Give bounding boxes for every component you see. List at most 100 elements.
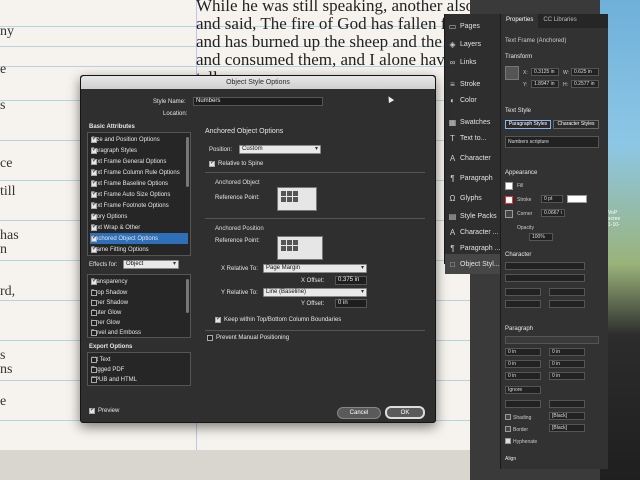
preview-checkbox[interactable]: Preview — [89, 406, 119, 414]
drop-cap-chars-field[interactable] — [549, 400, 585, 408]
list-item[interactable]: Text Wrap & Other — [90, 222, 188, 233]
checkbox[interactable] — [91, 366, 97, 373]
checkbox[interactable] — [91, 319, 97, 326]
align-to-grid-select[interactable]: Ignore — [505, 386, 541, 394]
y-offset-input[interactable]: 0 in — [335, 299, 367, 308]
h-field[interactable]: 0.2577 in — [571, 80, 599, 88]
checkbox[interactable] — [91, 212, 97, 220]
shading-checkbox[interactable] — [505, 414, 511, 420]
reference-point-icon[interactable] — [505, 66, 519, 80]
corner-icon[interactable] — [505, 210, 513, 218]
checkbox[interactable] — [91, 168, 97, 176]
drop-cap-lines-field[interactable] — [505, 400, 541, 408]
list-item[interactable]: Text Frame Auto Size Options — [90, 189, 188, 200]
position-select[interactable]: Custom ▾ — [239, 145, 321, 154]
font-size-field[interactable] — [505, 288, 541, 296]
list-item[interactable]: Bevel and Emboss — [90, 327, 188, 338]
border-color-select[interactable]: [Black] — [549, 424, 585, 432]
list-item[interactable]: Size and Position Options — [90, 134, 188, 145]
checkbox[interactable] — [91, 245, 97, 253]
relative-to-spine-checkbox[interactable]: Relative to Spine — [209, 159, 263, 167]
checkbox[interactable] — [91, 376, 97, 383]
x-offset-input[interactable]: 0.375 in — [335, 276, 367, 285]
checkbox[interactable] — [91, 201, 97, 209]
tab-properties[interactable]: Properties — [501, 14, 539, 28]
space-after-field[interactable]: 0 in — [549, 372, 585, 380]
kerning-field[interactable] — [505, 300, 541, 308]
dialog-title[interactable]: Object Style Options — [81, 76, 435, 89]
tab-links[interactable]: ∞ Links — [445, 52, 501, 72]
checkbox[interactable] — [91, 329, 97, 336]
checkbox[interactable] — [91, 179, 97, 187]
basic-attributes-list[interactable]: Size and Position Options Paragraph Styl… — [87, 132, 191, 256]
checkbox[interactable] — [91, 135, 97, 143]
tab-layers[interactable]: ◈ Layers — [445, 34, 501, 54]
y-field[interactable]: 1.8947 in — [531, 80, 559, 88]
tab-glyphs[interactable]: Ω Glyphs — [445, 188, 501, 208]
prevent-manual-positioning-checkbox[interactable]: Prevent Manual Positioning — [207, 335, 289, 341]
scrollbar[interactable] — [186, 279, 189, 313]
opacity-field[interactable]: 100% — [529, 233, 553, 241]
tab-object-styles[interactable]: □ Object Styl... — [445, 254, 501, 274]
last-line-indent-field[interactable]: 0 in — [549, 360, 585, 368]
tab-paragraph[interactable]: ¶ Paragraph — [445, 168, 501, 188]
checkbox[interactable] — [91, 190, 97, 198]
leading-field[interactable] — [549, 288, 585, 296]
checkbox[interactable] — [91, 309, 97, 316]
hyphenate-checkbox[interactable] — [505, 438, 511, 444]
checkbox[interactable] — [91, 356, 97, 363]
scrollbar[interactable] — [186, 137, 189, 187]
corner-field[interactable]: 0.0667 i — [541, 209, 565, 217]
first-line-indent-field[interactable]: 0 in — [505, 360, 541, 368]
x-relative-to-select[interactable]: Page Margin ▾ — [263, 264, 367, 273]
list-item[interactable]: Transparency — [90, 276, 188, 287]
checkbox[interactable] — [91, 157, 97, 165]
checkbox[interactable] — [91, 289, 97, 296]
font-family-field[interactable] — [505, 262, 585, 270]
list-item[interactable]: Paragraph Styles — [90, 145, 188, 156]
character-styles-button[interactable]: Character Styles — [553, 120, 599, 129]
tab-text-to[interactable]: T Text to... — [445, 128, 501, 148]
keep-within-boundaries-checkbox[interactable]: Keep within Top/Bottom Column Boundaries — [215, 315, 341, 323]
checkbox[interactable] — [91, 146, 97, 154]
effects-for-select[interactable]: Object ▾ — [123, 260, 179, 269]
list-item-selected[interactable]: Anchored Object Options — [90, 233, 188, 244]
checkbox[interactable] — [91, 223, 97, 231]
checkbox[interactable] — [91, 299, 97, 306]
stroke-swatch[interactable] — [505, 196, 513, 204]
list-item[interactable]: Text Frame Baseline Options — [90, 178, 188, 189]
effects-list[interactable]: Transparency Drop Shadow Inner Shadow Ou… — [87, 274, 191, 338]
tab-cc-libraries[interactable]: CC Libraries — [538, 14, 581, 28]
list-item[interactable]: Frame Fitting Options — [90, 244, 188, 255]
ok-button[interactable]: OK — [385, 406, 425, 419]
cancel-button[interactable]: Cancel — [337, 407, 381, 419]
checkbox[interactable] — [91, 277, 97, 285]
style-name-input[interactable]: Numbers — [193, 97, 323, 106]
list-item[interactable]: Story Options — [90, 211, 188, 222]
anchored-position-reference-point[interactable] — [277, 236, 323, 260]
border-checkbox[interactable] — [505, 426, 511, 432]
anchored-object-reference-point[interactable] — [277, 187, 317, 211]
stroke-weight-field[interactable]: 0 pt — [541, 195, 563, 203]
y-relative-to-select[interactable]: Line (Baseline) ▾ — [263, 288, 367, 297]
list-item[interactable]: Text Frame Column Rule Options — [90, 167, 188, 178]
list-item[interactable]: Text Frame Footnote Options — [90, 200, 188, 211]
paragraph-styles-button[interactable]: Paragraph Styles — [505, 120, 551, 129]
checkbox[interactable] — [91, 234, 97, 242]
shading-color-select[interactable]: [Black] — [549, 412, 585, 420]
stroke-type-select[interactable] — [567, 195, 587, 203]
right-indent-field[interactable]: 0 in — [549, 348, 585, 356]
paragraph-align-buttons[interactable] — [505, 336, 599, 344]
tab-color[interactable]: ◐ Color — [445, 90, 501, 110]
tab-character[interactable]: A Character — [445, 148, 501, 168]
font-style-field[interactable] — [505, 274, 585, 282]
tab-pages[interactable]: ▭ Pages — [445, 16, 501, 36]
list-item[interactable]: Text Frame General Options — [90, 156, 188, 167]
export-options-list[interactable]: Alt Text Tagged PDF EPUB and HTML — [87, 352, 191, 386]
fill-swatch[interactable] — [505, 182, 513, 190]
space-before-field[interactable]: 0 in — [505, 372, 541, 380]
tracking-field[interactable] — [549, 300, 585, 308]
left-indent-field[interactable]: 0 in — [505, 348, 541, 356]
w-field[interactable]: 0.625 in — [571, 68, 599, 76]
list-item[interactable]: EPUB and HTML — [90, 374, 188, 385]
